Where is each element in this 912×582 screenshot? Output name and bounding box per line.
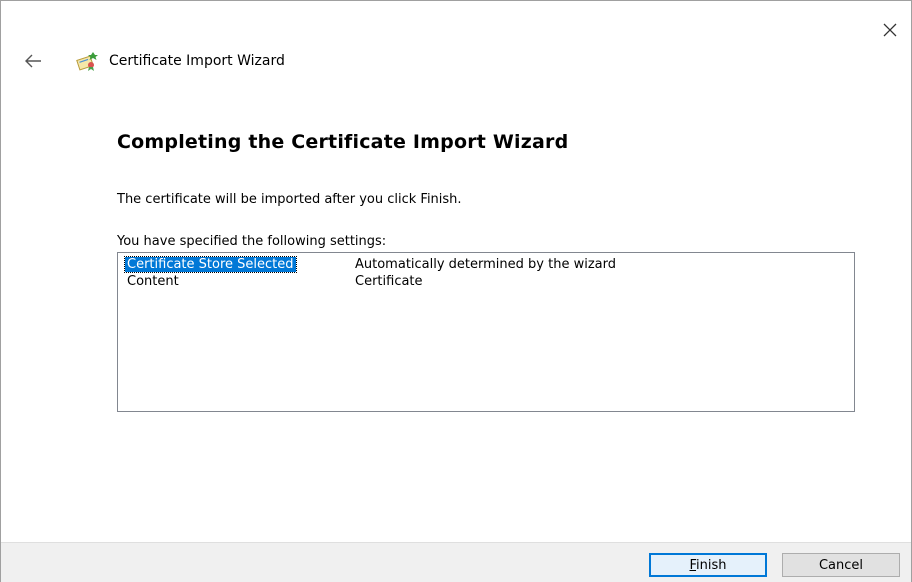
setting-value: Automatically determined by the wizard (355, 257, 616, 272)
certificate-wizard-icon (75, 50, 99, 72)
setting-name[interactable]: Certificate Store Selected (124, 256, 297, 273)
settings-row[interactable]: Certificate Store Selected Automatically… (118, 256, 854, 273)
back-button[interactable] (19, 49, 47, 73)
info-text: The certificate will be imported after y… (117, 192, 462, 207)
certificate-import-wizard-window: Certificate Import Wizard Completing the… (0, 0, 912, 582)
finish-button[interactable]: Finish (649, 553, 767, 577)
close-button[interactable] (875, 15, 905, 45)
window-title: Certificate Import Wizard (109, 53, 285, 69)
cancel-button-label: Cancel (818, 557, 864, 573)
cancel-button[interactable]: Cancel (782, 553, 900, 577)
setting-name[interactable]: Content (127, 274, 179, 289)
settings-list[interactable]: Certificate Store Selected Automatically… (117, 252, 855, 412)
close-icon (883, 23, 897, 37)
back-arrow-icon (25, 54, 41, 68)
settings-row[interactable]: Content Certificate (118, 273, 854, 290)
finish-button-label: Finish (689, 557, 727, 573)
page-heading: Completing the Certificate Import Wizard (117, 131, 569, 153)
footer-bar: Finish Cancel (1, 542, 911, 582)
settings-label: You have specified the following setting… (117, 234, 387, 249)
setting-value: Certificate (355, 274, 423, 289)
